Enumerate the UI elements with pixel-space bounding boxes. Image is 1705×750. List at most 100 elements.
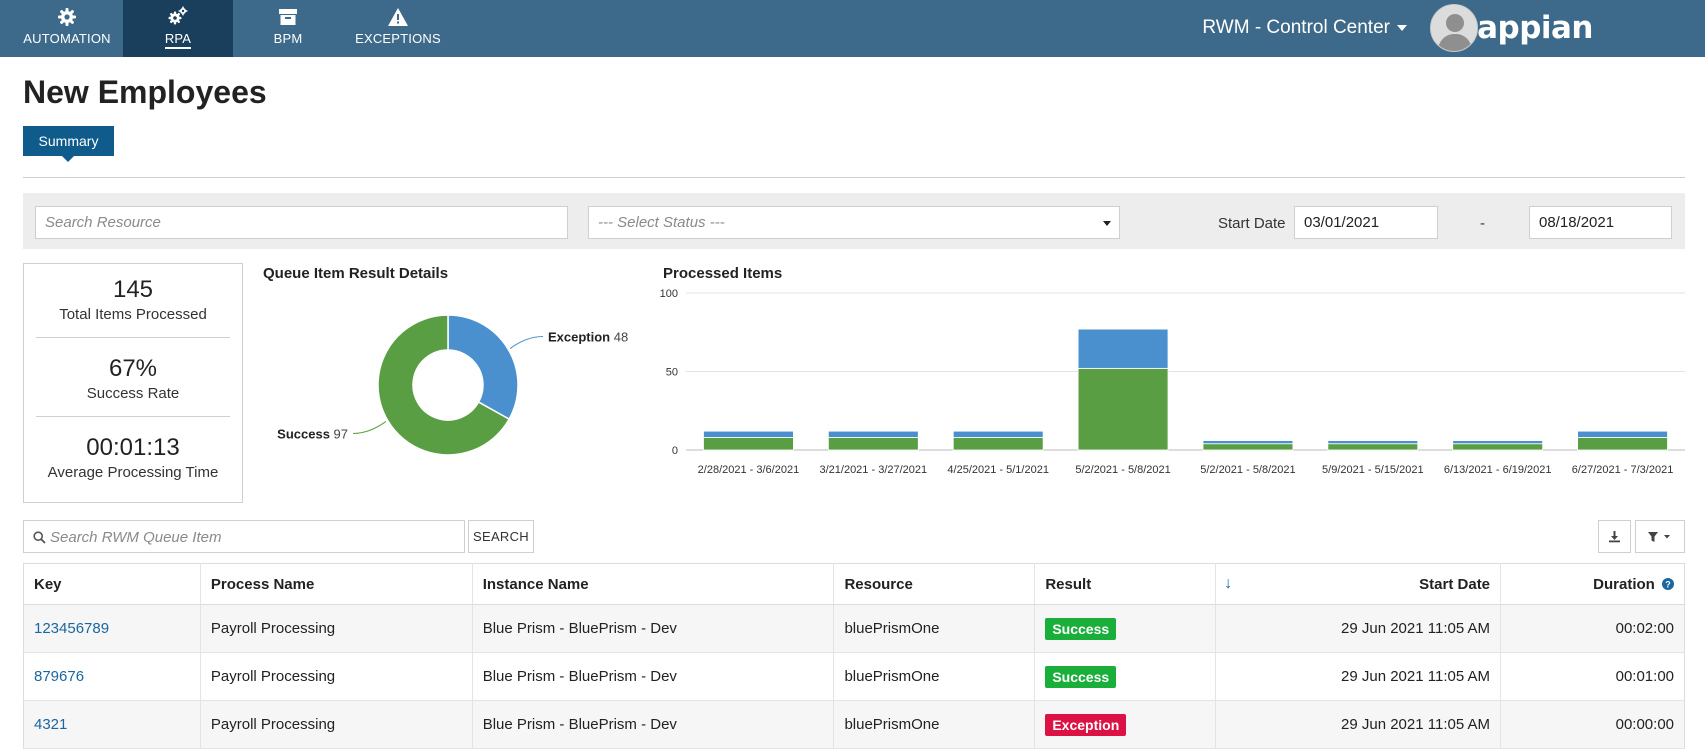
warning-icon	[343, 6, 453, 28]
cell-resource: bluePrismOne	[833, 700, 1036, 749]
bar-segment-exception[interactable]	[827, 430, 919, 438]
cell-text: Blue Prism - BluePrism - Dev	[482, 620, 677, 637]
avatar[interactable]	[1430, 4, 1478, 52]
bar-segment-success[interactable]	[1327, 443, 1419, 451]
status-badge: Success	[1045, 617, 1117, 640]
resource-search-input[interactable]: Search Resource	[35, 206, 568, 239]
bar-segment-exception[interactable]	[1577, 430, 1668, 438]
start-date-input[interactable]: 03/01/2021	[1294, 206, 1438, 239]
table-row: 4321 Payroll Processing Blue Prism - BlueP…	[23, 700, 1685, 749]
cell-text: bluePrismOne	[844, 668, 940, 685]
cell-duration: 00:02:00	[1500, 604, 1685, 653]
nav-tab-rpa[interactable]: RPA	[123, 0, 233, 57]
bar-chart-title: Processed Items	[663, 265, 783, 282]
gear-icon	[12, 6, 122, 28]
bar-segment-exception[interactable]	[1077, 328, 1169, 369]
chevron-down-icon[interactable]	[1397, 25, 1407, 31]
column-header-start-date[interactable]: ↓ Start Date	[1215, 563, 1502, 605]
nav-tab-label: RPA	[164, 31, 192, 49]
cell-text: 00:01:00	[1615, 668, 1674, 685]
cell-text: Payroll Processing	[210, 668, 336, 685]
x-tick-label: 2/28/2021 - 3/6/2021	[698, 464, 800, 476]
donut-chart-title: Queue Item Result Details	[263, 265, 449, 282]
bar-segment-exception[interactable]	[1202, 440, 1294, 445]
kpi-caption: Success Rate	[86, 385, 180, 402]
kpi-total-items: 145 Total Items Processed	[24, 276, 242, 323]
nav-tab-label: BPM	[273, 31, 303, 46]
kpi-value: 00:01:13	[86, 434, 180, 461]
search-button[interactable]: SEARCH	[468, 520, 534, 553]
cell-result: Success	[1034, 652, 1217, 701]
cell-text: Payroll Processing	[210, 620, 336, 637]
donut-slice-exception[interactable]	[447, 314, 519, 421]
cell-resource: bluePrismOne	[833, 604, 1036, 653]
environment-selector[interactable]: RWM - Control Center	[1202, 17, 1390, 39]
end-date-input[interactable]: 08/18/2021	[1529, 206, 1672, 239]
nav-tab-automation[interactable]: AUTOMATION	[12, 0, 122, 57]
column-header-duration[interactable]: Duration ?	[1500, 563, 1685, 605]
key-link[interactable]: 123456789	[34, 620, 109, 637]
bar-segment-success[interactable]	[1202, 443, 1294, 451]
cell-key: 4321	[23, 700, 201, 749]
kpi-value: 67%	[108, 355, 158, 382]
column-header-key[interactable]: Key	[23, 563, 201, 605]
filter-dropdown-button[interactable]	[1635, 520, 1685, 553]
bar-segment-success[interactable]	[1077, 367, 1169, 451]
key-link[interactable]: 4321	[34, 716, 67, 733]
svg-text:?: ?	[1665, 579, 1671, 589]
bar-segment-exception[interactable]	[1327, 440, 1419, 445]
bar-segment-success[interactable]	[703, 437, 794, 451]
bar-segment-success[interactable]	[1577, 437, 1668, 451]
column-header-process-name[interactable]: Process Name	[200, 563, 473, 605]
end-date-value: 08/18/2021	[1539, 214, 1615, 231]
status-badge: Success	[1045, 665, 1117, 688]
y-tick-label: 100	[660, 288, 678, 300]
cell-text: 00:02:00	[1615, 620, 1674, 637]
bar-segment-success[interactable]	[827, 437, 919, 451]
page-title: New Employees	[23, 74, 267, 110]
column-header-resource[interactable]: Resource	[833, 563, 1036, 605]
cell-text: 29 Jun 2021 11:05 AM	[1341, 620, 1491, 637]
bar-segment-exception[interactable]	[952, 430, 1044, 438]
cell-text: 29 Jun 2021 11:05 AM	[1341, 668, 1491, 685]
start-date-value: 03/01/2021	[1304, 214, 1380, 231]
table-header-row: Key Process Name Instance Name Resource …	[23, 563, 1685, 605]
queue-items-table: Key Process Name Instance Name Resource …	[23, 563, 1685, 749]
resource-search-placeholder: Search Resource	[45, 214, 161, 231]
y-tick-label: 0	[672, 445, 678, 457]
x-tick-label: 6/27/2021 - 7/3/2021	[1572, 464, 1674, 476]
tab-summary[interactable]: Summary	[23, 126, 114, 162]
cell-process-name: Payroll Processing	[200, 652, 473, 701]
appian-logo[interactable]: appian	[1477, 10, 1593, 46]
bar-segment-exception[interactable]	[1452, 440, 1544, 445]
x-tick-label: 6/13/2021 - 6/19/2021	[1444, 464, 1552, 476]
bar-segment-exception[interactable]	[703, 430, 794, 438]
column-header-result[interactable]: Result	[1034, 563, 1217, 605]
start-date-label: Start Date	[1218, 215, 1286, 232]
donut-label-leader	[352, 421, 387, 434]
processed-items-bar-chart: 0 50 100 2/28/2021 - 3/6/2021 3/21/2021 - 3/…	[660, 288, 1685, 476]
x-tick-label: 4/25/2021 - 5/1/2021	[947, 464, 1049, 476]
queue-item-search-input[interactable]: Search RWM Queue Item	[23, 520, 465, 553]
nav-tab-exceptions[interactable]: EXCEPTIONS	[343, 0, 453, 57]
bar-segment-success[interactable]	[1452, 443, 1544, 451]
queue-item-search-placeholder: Search RWM Queue Item	[50, 529, 222, 546]
cell-text: 29 Jun 2021 11:05 AM	[1341, 716, 1491, 733]
key-link[interactable]: 879676	[34, 668, 84, 685]
column-header-instance-name[interactable]: Instance Name	[472, 563, 835, 605]
help-icon[interactable]: ?	[1662, 577, 1674, 590]
download-button[interactable]	[1598, 520, 1631, 553]
kpi-caption: Total Items Processed	[59, 306, 207, 323]
bar-segment-success[interactable]	[952, 437, 1044, 451]
cell-duration: 00:01:00	[1500, 652, 1685, 701]
nav-tab-bpm[interactable]: BPM	[233, 0, 343, 57]
table-row: 123456789 Payroll Processing Blue Prism - …	[23, 604, 1685, 653]
cell-text: Blue Prism - BluePrism - Dev	[482, 668, 677, 685]
status-badge: Exception	[1045, 713, 1127, 736]
cell-text: bluePrismOne	[844, 716, 940, 733]
cell-instance-name: Blue Prism - BluePrism - Dev	[472, 700, 835, 749]
cell-text: Blue Prism - BluePrism - Dev	[482, 716, 677, 733]
cell-text: bluePrismOne	[844, 620, 940, 637]
status-select[interactable]: --- Select Status ---	[588, 206, 1120, 239]
donut-slice-label: Success 97	[277, 426, 348, 441]
